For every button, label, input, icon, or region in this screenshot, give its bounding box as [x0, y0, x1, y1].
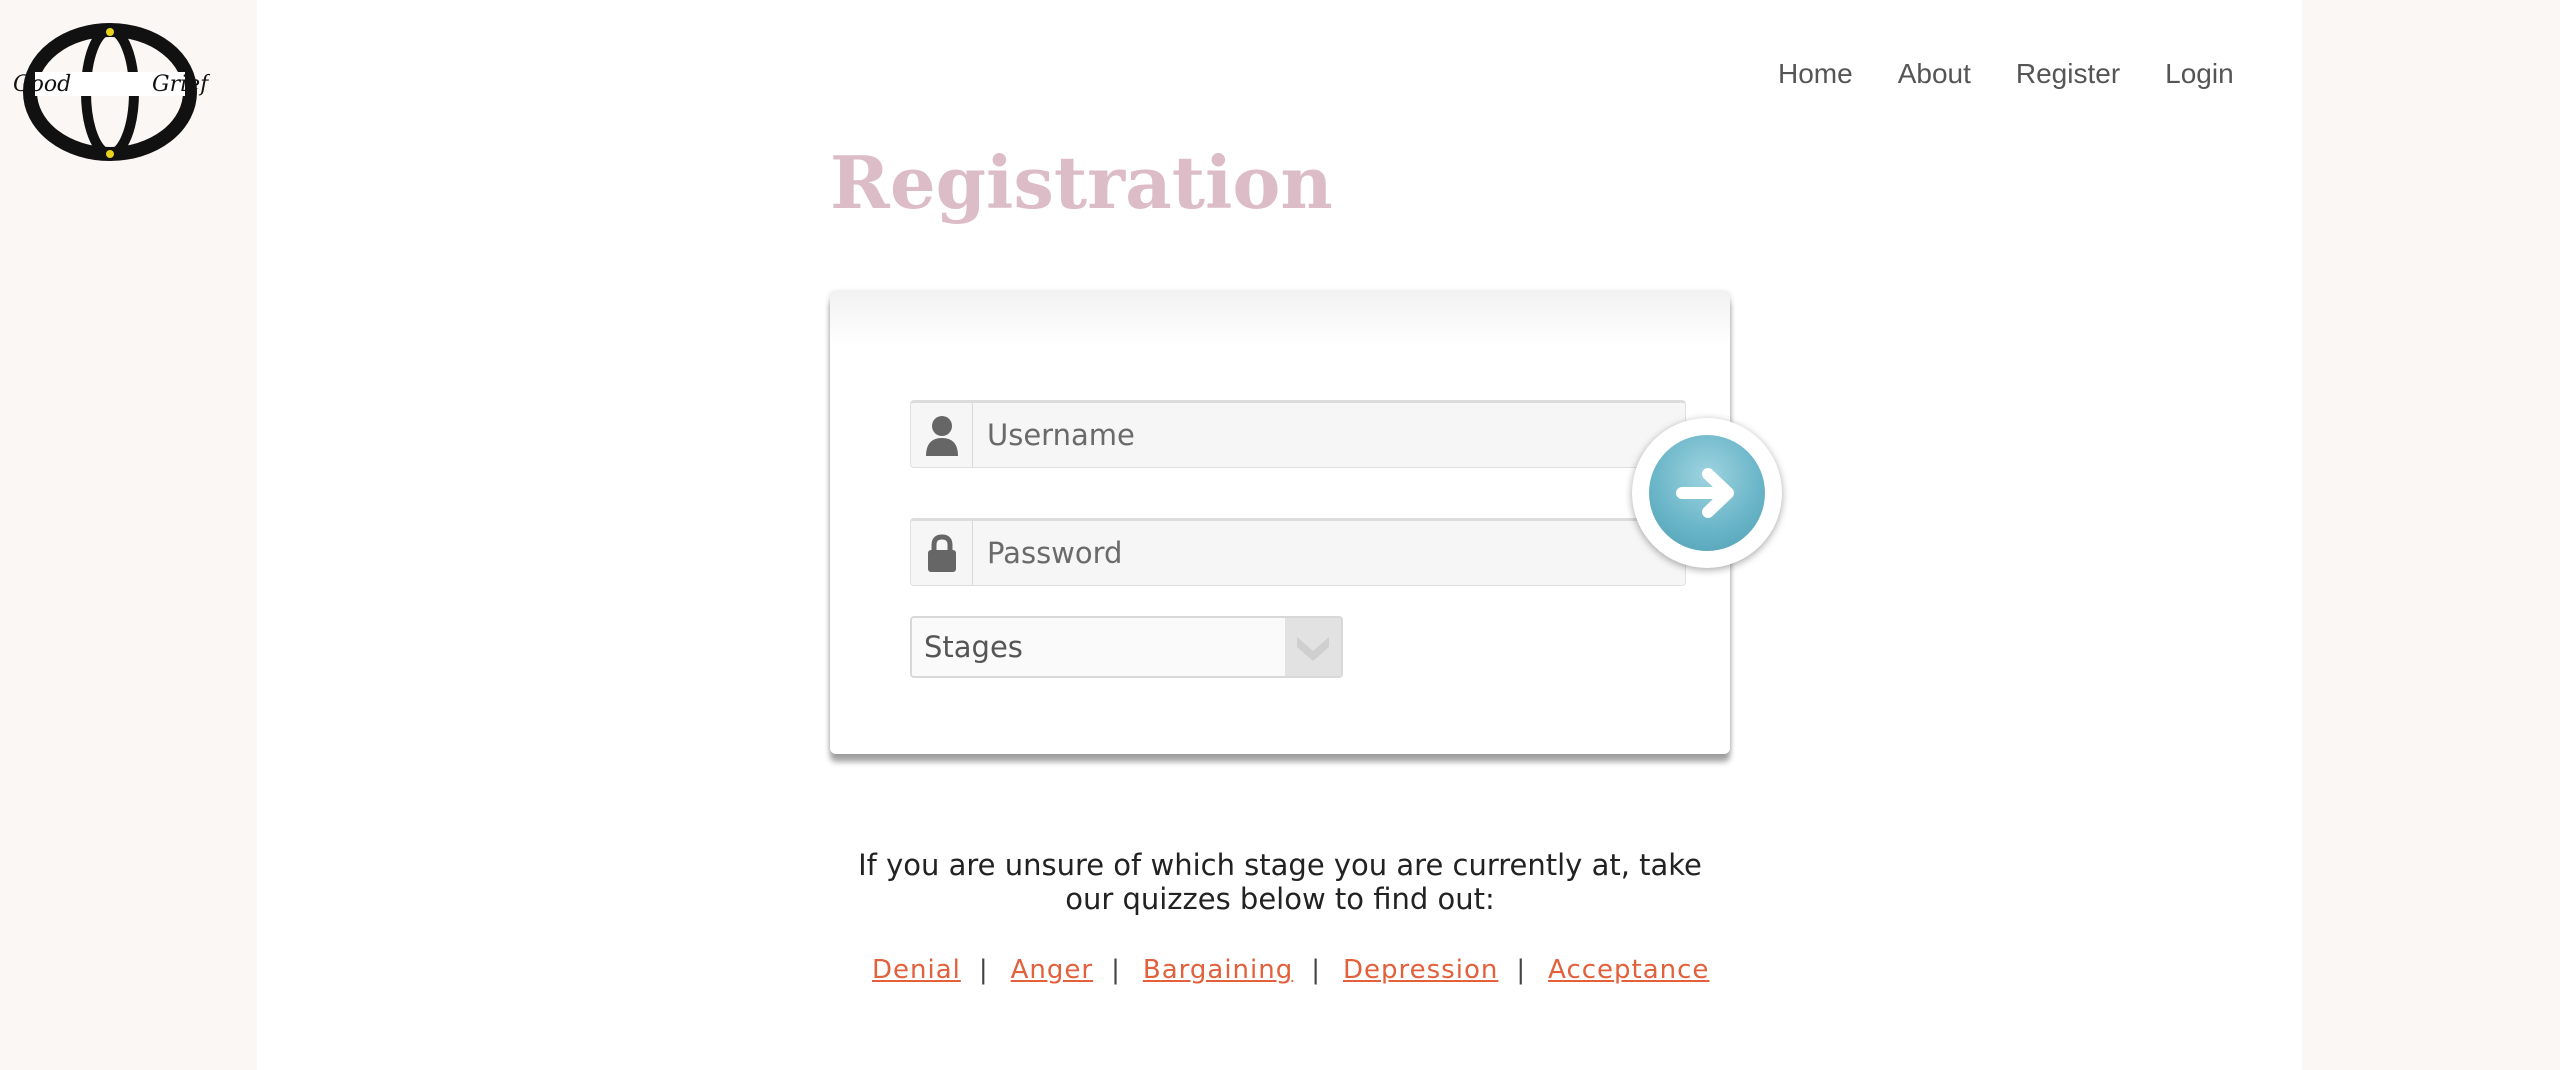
- nav-login[interactable]: Login: [2165, 58, 2234, 90]
- username-input[interactable]: [973, 417, 1685, 453]
- quiz-links: Denial | Anger | Bargaining | Depression…: [872, 955, 1709, 985]
- password-field[interactable]: [910, 518, 1686, 586]
- logo-word-left: Good: [13, 72, 71, 97]
- separator: |: [978, 955, 989, 985]
- main-nav: Home About Register Login: [1778, 58, 2234, 90]
- arrow-right-icon: [1649, 435, 1765, 551]
- user-icon: [911, 403, 973, 467]
- nav-home[interactable]: Home: [1778, 58, 1853, 90]
- nav-register[interactable]: Register: [2016, 58, 2120, 90]
- quiz-link-acceptance[interactable]: Acceptance: [1548, 955, 1709, 985]
- stages-select[interactable]: Stages: [910, 616, 1343, 678]
- separator: |: [1311, 955, 1321, 985]
- username-field[interactable]: [910, 400, 1686, 468]
- quiz-link-bargaining[interactable]: Bargaining: [1143, 955, 1293, 985]
- good-grief-logo[interactable]: Good Grief: [10, 20, 210, 165]
- quiz-link-depression[interactable]: Depression: [1343, 955, 1498, 985]
- separator: |: [1516, 955, 1527, 985]
- lock-icon: [911, 521, 973, 585]
- nav-about[interactable]: About: [1898, 58, 1971, 90]
- logo-word-right: Grief: [152, 72, 210, 97]
- submit-button[interactable]: [1632, 418, 1782, 568]
- quiz-link-denial[interactable]: Denial: [872, 955, 961, 985]
- registration-card: Stages: [830, 292, 1730, 754]
- separator: |: [1111, 955, 1121, 985]
- stages-select-value: Stages: [924, 630, 1023, 664]
- quiz-link-anger[interactable]: Anger: [1011, 955, 1093, 985]
- stage-info-text: If you are unsure of which stage you are…: [858, 848, 1702, 916]
- chevron-down-icon[interactable]: [1285, 618, 1341, 676]
- password-input[interactable]: [973, 535, 1685, 571]
- page-title: Registration: [830, 140, 1333, 225]
